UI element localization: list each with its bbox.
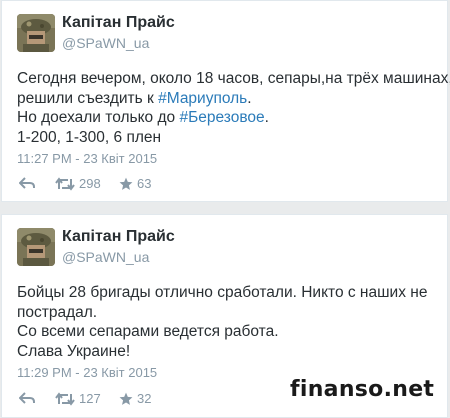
tweet-card: Капітан Прайс @SPaWN_ua Сегодня вечером,… — [1, 0, 450, 202]
tweet-text-line: 1-200, 1-300, 6 плен — [17, 128, 442, 148]
author-name[interactable]: Капітан Прайс — [62, 228, 175, 246]
retweet-count: 298 — [79, 176, 101, 191]
text-segment: . — [264, 109, 269, 126]
watermark: finanso.net — [290, 377, 435, 402]
tweet-text: Сегодня вечером, около 18 часов, сепары,… — [17, 69, 450, 148]
tweet-text: Бойцы 28 бригады отлично сработали. Никт… — [17, 283, 442, 361]
reply-button[interactable] — [19, 391, 35, 405]
reply-icon — [19, 392, 35, 404]
tweet-text-line: пострадал. — [17, 303, 98, 321]
timestamp[interactable]: 11:29 PM - 23 Квіт 2015 — [17, 365, 157, 380]
retweet-button[interactable]: 298 — [55, 176, 101, 191]
author-handle[interactable]: @SPaWN_ua — [62, 35, 149, 51]
author-handle[interactable]: @SPaWN_ua — [62, 249, 149, 265]
star-icon — [119, 177, 133, 190]
avatar-image — [17, 14, 55, 52]
text-segment: Но доехали только до — [17, 109, 180, 126]
text-segment: 1-200, 1-300, 6 плен — [17, 128, 162, 146]
favorite-count: 63 — [137, 176, 152, 191]
favorite-count: 32 — [137, 391, 152, 406]
timestamp[interactable]: 11:27 PM - 23 Квіт 2015 — [17, 151, 157, 166]
retweet-icon — [55, 176, 75, 191]
retweet-count: 127 — [79, 391, 101, 406]
favorite-button[interactable]: 63 — [119, 176, 151, 191]
avatar[interactable] — [17, 228, 55, 266]
hashtag-link[interactable]: #Березовое — [179, 109, 264, 126]
tweet-text-line: Но доехали только до #Березовое. — [17, 108, 442, 128]
reply-button[interactable] — [19, 176, 35, 190]
retweet-button[interactable]: 127 — [55, 391, 101, 406]
avatar-image — [17, 228, 55, 266]
tweet-text-line: Слава Украине! — [17, 342, 131, 360]
favorite-button[interactable]: 32 — [119, 391, 151, 406]
tweet-text-line: Со всеми сепарами ведется работа. — [17, 323, 279, 340]
hashtag-link[interactable]: #Мариуполь — [158, 90, 247, 107]
star-icon — [119, 392, 133, 405]
tweet-text-line: решили съездить к #Мариуполь. — [17, 89, 442, 109]
reply-icon — [19, 177, 35, 189]
text-segment: . — [247, 89, 252, 107]
retweet-icon — [55, 391, 75, 406]
avatar[interactable] — [17, 14, 55, 52]
tweet-text-line: Бойцы 28 бригады отлично сработали. Никт… — [17, 284, 428, 301]
text-segment: Сегодня вечером, около 18 часов, сепары,… — [17, 70, 450, 87]
tweet-text-line: Сегодня вечером, около 18 часов, сепары,… — [17, 69, 450, 89]
author-name[interactable]: Капітан Прайс — [62, 14, 175, 32]
text-segment: решили съездить к — [17, 89, 159, 107]
